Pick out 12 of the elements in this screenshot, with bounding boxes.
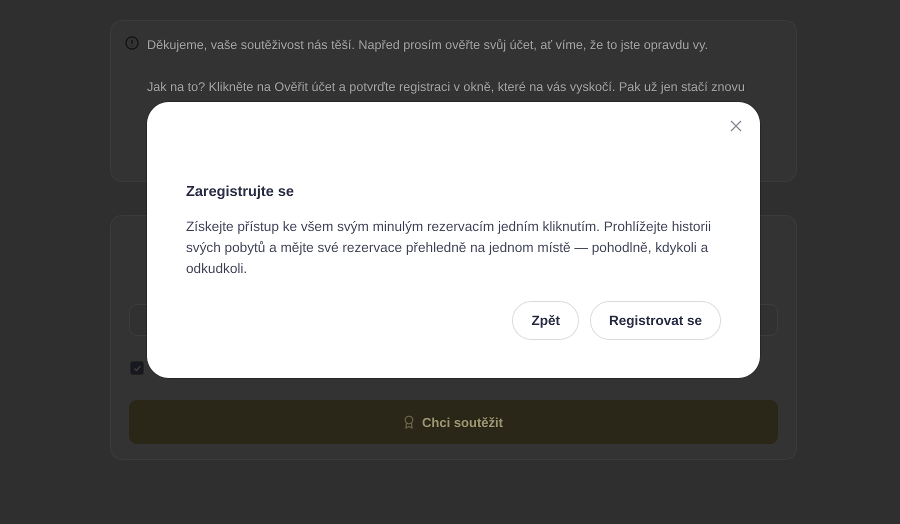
dialog-text: Získejte přístup ke všem svým minulým rezervacím jedním kliknutím. Prohlížejte historii svých pobytů a mějte své rezervace přehledně na jednom místě — pohodlně, kdykoli a odkudkoli. — [186, 218, 712, 278]
submit-button[interactable]: Chci soutěžit — [129, 400, 778, 444]
close-icon[interactable] — [730, 120, 742, 132]
notice-text: Děkujeme, vaše soutěživost nás těší. Napřed prosím ověřte svůj účet, ať víme, že to jste opravdu vy. — [147, 37, 709, 54]
award-icon — [404, 415, 414, 429]
consent-checkbox[interactable] — [130, 361, 144, 375]
dialog-button[interactable]: Zpět — [512, 301, 579, 340]
check-icon — [132, 364, 142, 372]
dialog-button[interactable]: Registrovat se — [590, 301, 721, 340]
dialog-title: Zaregistrujte se — [186, 184, 295, 200]
info-icon — [125, 36, 139, 50]
notice-text: Jak na to? Klikněte na Ověřit účet a potvrďte registraci v okně, které na vás vyskočí. Pak už jen stačí znovu — [147, 79, 745, 96]
